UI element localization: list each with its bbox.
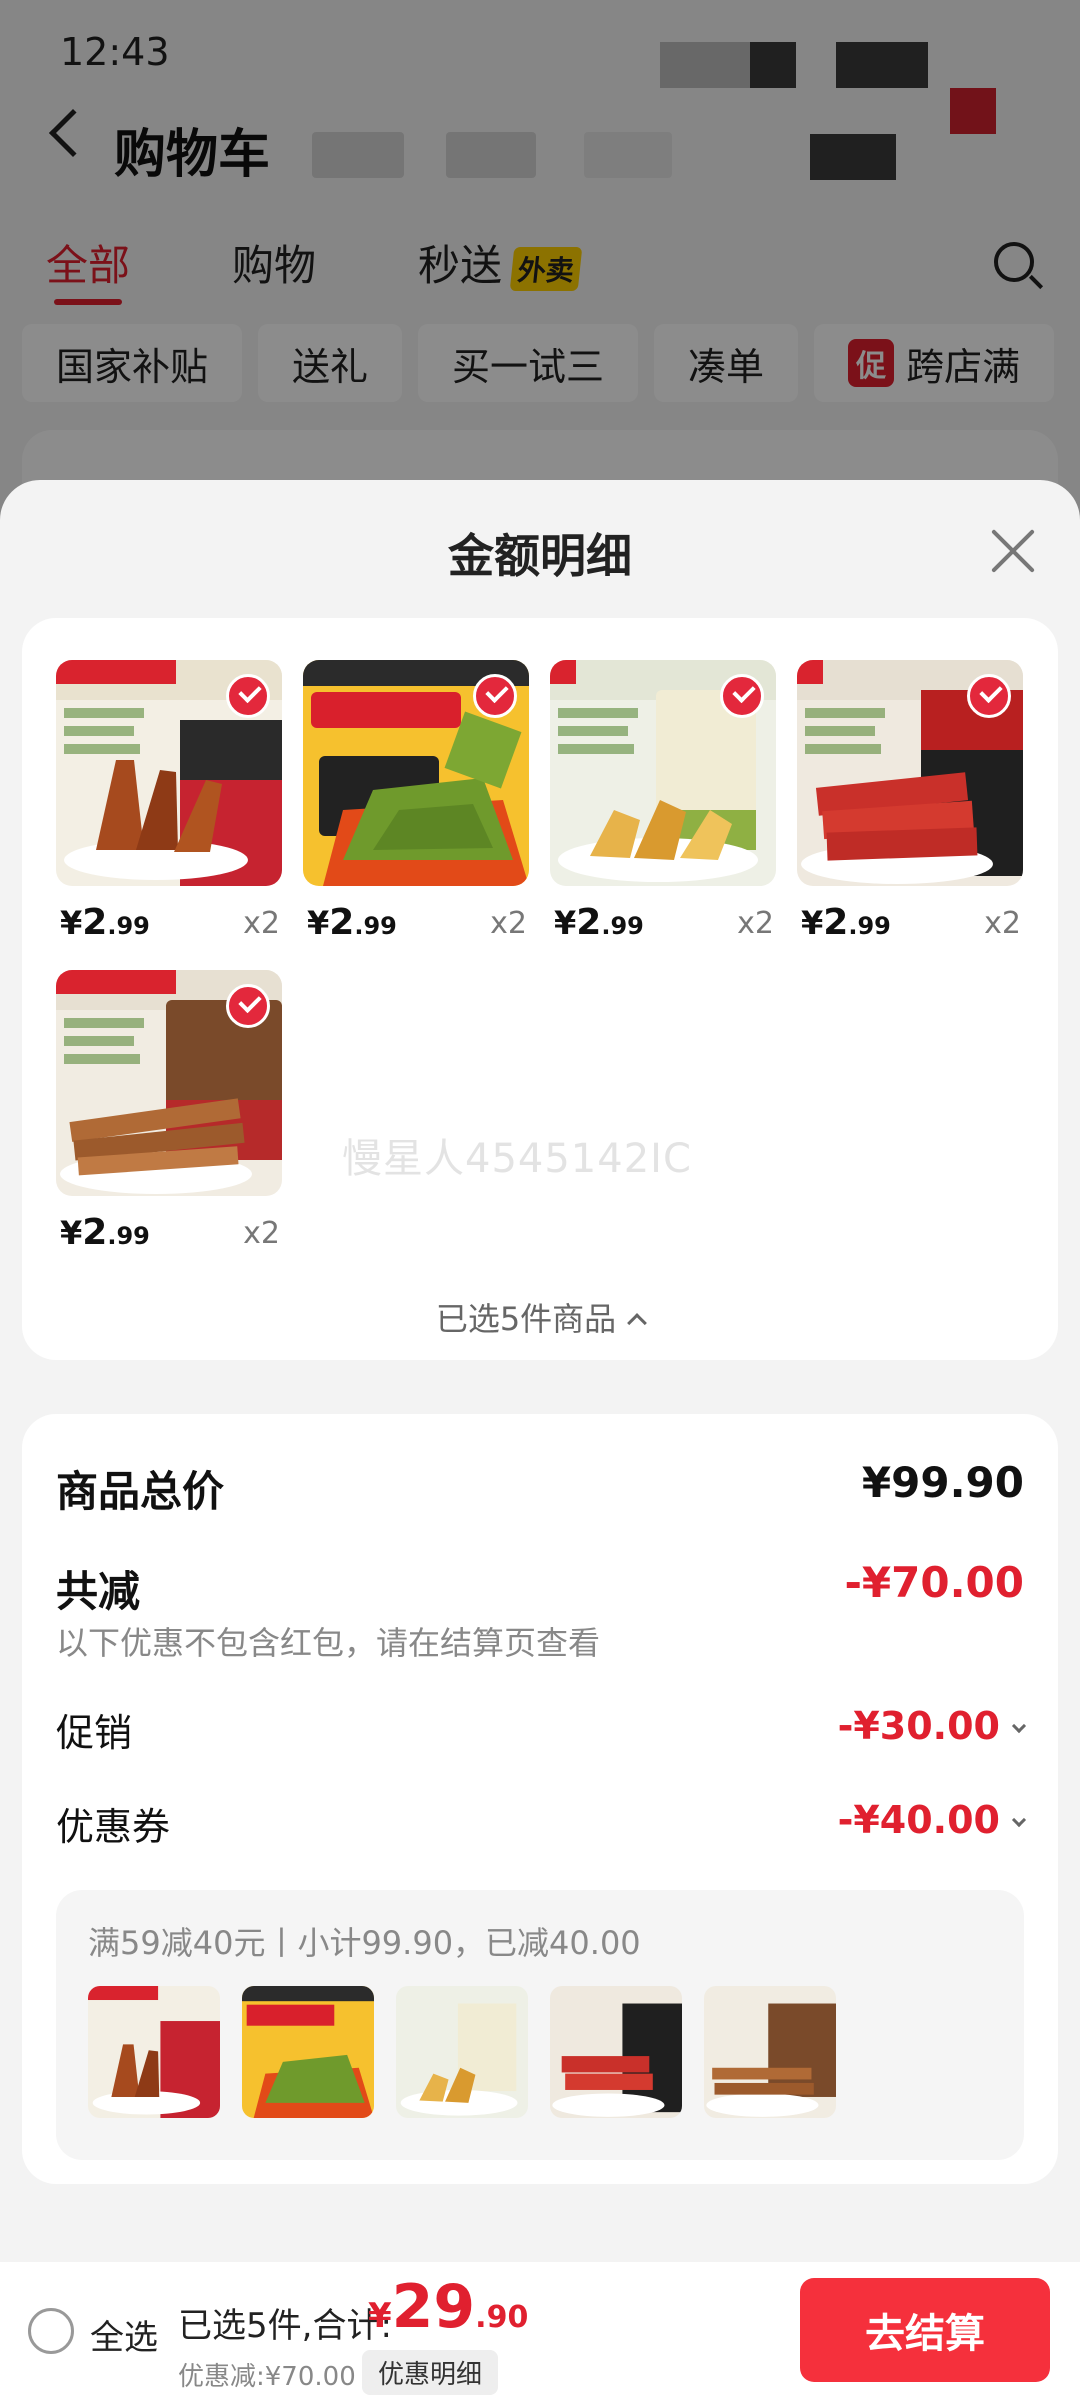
total-price-value: ¥99.90 [861,1458,1024,1507]
coupon-row[interactable]: -¥40.00 [838,1798,1027,1842]
selected-check-icon[interactable] [967,674,1011,718]
item-price: ¥2.99 [60,1212,150,1253]
product-thumbnail [797,660,1023,886]
price-summary-card: 商品总价 ¥99.90 共减 -¥70.00 以下优惠不包含红包，请在结算页查看… [22,1414,1058,2184]
promotion-row[interactable]: -¥30.00 [838,1704,1027,1748]
coupon-product-thumbnail [550,1986,682,2118]
product-thumbnail [56,660,282,886]
item-quantity: x2 [243,1216,280,1251]
item-quantity: x2 [737,906,774,941]
chevron-up-icon [627,1313,648,1333]
coupon-product-thumbnail [704,1986,836,2118]
product-thumbnail [550,660,776,886]
selected-check-icon[interactable] [226,984,270,1028]
collapse-selected-toggle[interactable]: 已选5件商品 [22,1294,1058,1340]
checkout-button[interactable]: 去结算 [800,2278,1050,2382]
select-all-radio[interactable] [28,2308,74,2354]
item-quantity: x2 [490,906,527,941]
chevron-down-icon [1011,1718,1027,1734]
chevron-down-icon [1011,1812,1027,1828]
coupon-product-thumbnail [242,1986,374,2118]
promotion-label: 促销 [56,1711,133,1755]
product-thumbnail [303,660,529,886]
amount-detail-sheet: 金额明细 ¥2.99 x2 ¥2.99 x2 ¥2.99 x2 ¥2.99 x2… [0,480,1080,2400]
discount-note: 以下优惠不包含红包，请在结算页查看 [56,1624,601,1662]
close-icon[interactable] [988,526,1038,576]
sheet-title: 金额明细 [448,529,632,583]
goods-item[interactable]: ¥2.99 x2 [56,660,282,952]
goods-item[interactable]: ¥2.99 x2 [797,660,1023,952]
selected-goods-card: ¥2.99 x2 ¥2.99 x2 ¥2.99 x2 ¥2.99 x2 ¥2.9… [22,618,1058,1360]
total-reduction-label: 共减 [56,1567,141,1616]
item-price: ¥2.99 [554,902,644,943]
select-all-label[interactable]: 全选 [90,2310,158,2359]
goods-item[interactable]: ¥2.99 x2 [550,660,776,952]
selected-summary: 已选5件,合计: [178,2306,392,2346]
watermark-text: 慢星人4545142IC [342,1136,692,1182]
coupon-detail-box: 满59减40元丨小计99.90，已减40.00 [56,1890,1024,2160]
coupon-description: 满59减40元丨小计99.90，已减40.00 [88,1924,641,1962]
item-price: ¥2.99 [307,902,397,943]
discount-detail-button[interactable]: 优惠明细 [362,2350,499,2395]
total-price-label: 商品总价 [56,1467,225,1516]
coupon-product-thumbnail [396,1986,528,2118]
selected-check-icon[interactable] [226,674,270,718]
item-quantity: x2 [984,906,1021,941]
selected-check-icon[interactable] [473,674,517,718]
goods-item[interactable]: ¥2.99 x2 [303,660,529,952]
goods-item[interactable]: ¥2.99 x2 [56,970,282,1262]
coupon-label: 优惠券 [56,1805,171,1849]
item-quantity: x2 [243,906,280,941]
product-thumbnail [56,970,282,1196]
discount-amount: 优惠减:¥70.00 [178,2362,356,2392]
item-price: ¥2.99 [801,902,891,943]
total-amount: ¥29.90 [368,2272,529,2342]
total-reduction-value: -¥70.00 [844,1558,1024,1607]
selected-check-icon[interactable] [720,674,764,718]
coupon-product-thumbs [88,1986,836,2118]
checkout-bar: 全选 已选5件,合计: ¥29.90 优惠减:¥70.00 优惠明细 去结算 [0,2262,1080,2400]
item-price: ¥2.99 [60,902,150,943]
coupon-product-thumbnail [88,1986,220,2118]
